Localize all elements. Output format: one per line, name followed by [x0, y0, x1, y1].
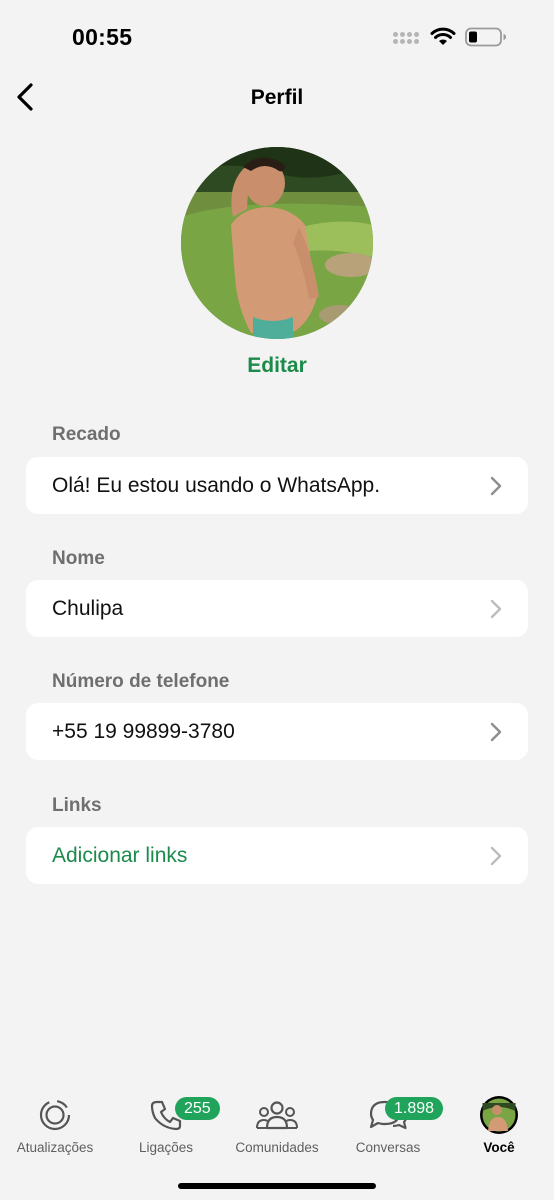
status-row[interactable]: Olá! Eu estou usando o WhatsApp. — [26, 457, 528, 514]
tab-communities[interactable]: Comunidades — [222, 1090, 332, 1155]
profile-photo[interactable] — [181, 147, 373, 339]
phone-section-label: Número de telefone — [52, 671, 230, 692]
cellular-signal-icon — [393, 32, 421, 46]
home-indicator[interactable] — [178, 1183, 376, 1189]
chevron-right-icon — [490, 722, 502, 742]
tab-chats[interactable]: 1.898 Conversas — [333, 1090, 444, 1155]
name-row[interactable]: Chulipa — [26, 580, 528, 637]
tab-label: Atualizações — [16, 1140, 94, 1155]
edit-photo-link[interactable]: Editar — [0, 354, 554, 378]
page-title: Perfil — [250, 86, 304, 109]
add-links-text: Adicionar links — [52, 843, 188, 867]
status-text: Olá! Eu estou usando o WhatsApp. — [52, 473, 381, 497]
updates-icon — [39, 1099, 71, 1131]
tab-label: Conversas — [355, 1140, 421, 1155]
calls-badge: 255 — [175, 1097, 220, 1120]
tab-calls[interactable]: 255 Ligações — [111, 1090, 221, 1155]
links-section-label: Links — [52, 795, 102, 816]
chevron-right-icon — [490, 846, 502, 866]
tab-label: Ligações — [138, 1140, 194, 1155]
chevron-right-icon — [490, 476, 502, 496]
phone-row[interactable]: +55 19 99899-3780 — [26, 703, 528, 760]
wifi-icon — [430, 27, 456, 45]
name-section-label: Nome — [52, 548, 105, 569]
chats-badge: 1.898 — [385, 1097, 444, 1120]
chevron-right-icon — [490, 599, 502, 619]
phone-text: +55 19 99899-3780 — [52, 719, 235, 743]
battery-icon — [465, 27, 506, 47]
name-text: Chulipa — [52, 596, 124, 620]
tab-updates[interactable]: Atualizações — [0, 1090, 110, 1155]
status-section-label: Recado — [52, 424, 121, 445]
communities-icon — [256, 1101, 298, 1130]
add-links-row[interactable]: Adicionar links — [26, 827, 528, 884]
tab-label: Você — [483, 1140, 515, 1155]
profile-screen: 00:55 Perfil Editar Recado Olá! Eu estou… — [0, 0, 554, 1200]
tab-label: Comunidades — [235, 1140, 319, 1155]
tab-you[interactable]: Você — [444, 1090, 554, 1155]
profile-avatar-icon — [480, 1096, 518, 1134]
status-time: 00:55 — [72, 24, 133, 50]
